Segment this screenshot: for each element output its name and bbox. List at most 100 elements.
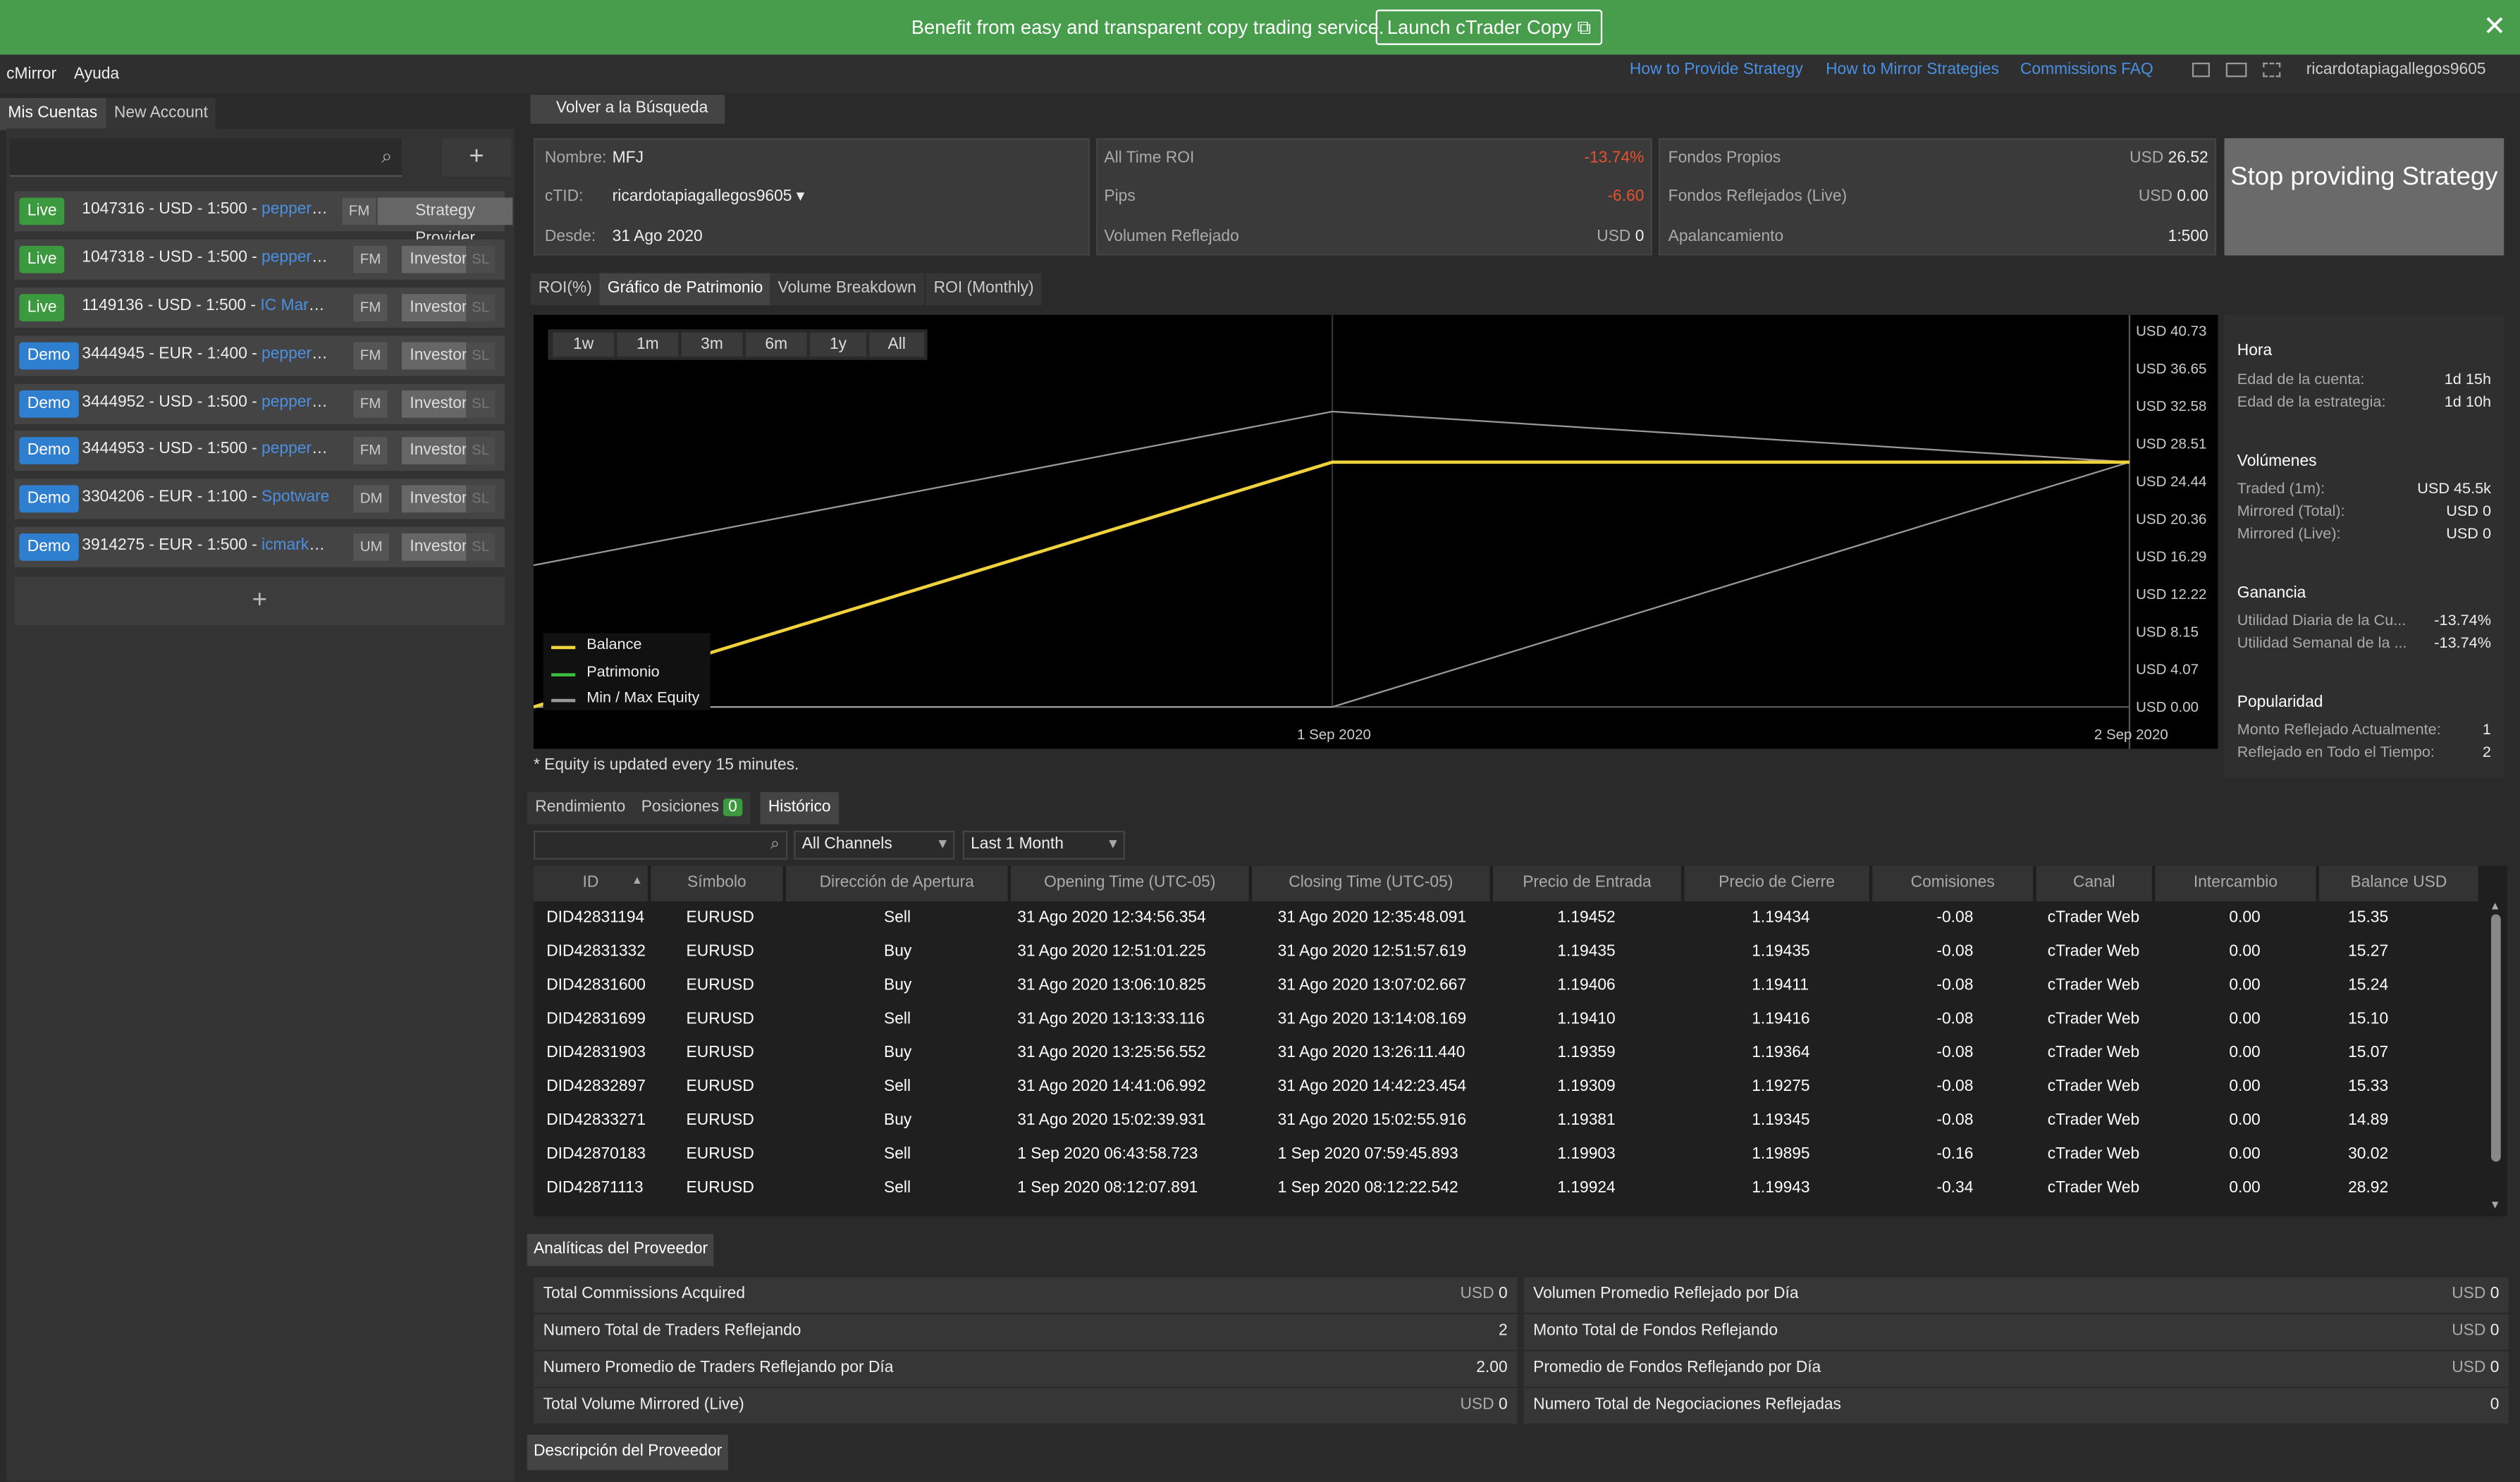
scrollbar-thumb[interactable] (2491, 914, 2501, 1162)
account-search-input[interactable]: ⌕ (9, 138, 402, 177)
analytics-number: 0 (1498, 1396, 1508, 1414)
menu-ayuda[interactable]: Ayuda (74, 66, 119, 83)
account-row[interactable]: Demo 3914275 - EUR - 1:500 - icmarketssc… (14, 526, 505, 567)
table-scrollbar[interactable]: ▲ ▼ (2488, 901, 2504, 1216)
account-role-button[interactable]: Investor (402, 437, 473, 464)
tab-roi[interactable]: ROI(%) (530, 273, 601, 306)
history-search-input[interactable]: ⌕ (533, 830, 788, 860)
account-row[interactable]: Demo 3304206 - EUR - 1:100 - Spotware DM… (14, 478, 505, 519)
analytics-value: USD 0 (2452, 1278, 2499, 1313)
menu-cmirror[interactable]: cMirror (6, 66, 56, 83)
cell-9: 0.00 (2229, 1077, 2261, 1096)
column-header[interactable]: Dirección de Apertura (785, 865, 1008, 902)
account-sl-button[interactable]: SL (466, 533, 496, 561)
launch-ctrader-copy-button[interactable]: Launch cTrader Copy ⧉ (1375, 9, 1603, 45)
channels-select[interactable]: All Channels ▾ (794, 830, 955, 860)
table-row[interactable]: DID42831332 EURUSD Buy 31 Ago 2020 12:51:01… (534, 937, 2481, 970)
cell-3: 1 Sep 2020 08:12:07.891 (1017, 1179, 1198, 1197)
cell-10: 15.10 (2348, 1011, 2389, 1029)
range-1w-button[interactable]: 1w (553, 332, 614, 357)
column-header[interactable]: Intercambio (2155, 865, 2316, 902)
tab-historico[interactable]: Histórico (760, 792, 839, 825)
column-header[interactable]: Closing Time (UTC-05) (1252, 865, 1490, 902)
column-header[interactable]: ID (533, 865, 648, 902)
fullscreen-icon[interactable] (2263, 62, 2281, 78)
account-sl-button[interactable]: SL (466, 390, 496, 418)
table-row[interactable]: DID42832897 EURUSD Sell 31 Ago 2020 14:41:0… (534, 1072, 2481, 1106)
account-role-button[interactable]: Investor (402, 245, 473, 273)
cell-1: EURUSD (686, 1111, 754, 1130)
table-row[interactable]: DID42831699 EURUSD Sell 31 Ago 2020 13:13:3… (534, 1004, 2481, 1038)
period-select[interactable]: Last 1 Month ▾ (962, 830, 1125, 860)
add-account-button[interactable]: + (442, 138, 512, 177)
link-how-to-provide[interactable]: How to Provide Strategy (1630, 61, 1803, 79)
account-row[interactable]: Live 1149136 - USD - 1:500 - IC Markets … (14, 288, 505, 328)
account-row[interactable]: Live 1047316 - USD - 1:500 - pepperstone… (14, 191, 513, 247)
stats-panel: Hora Edad de la cuenta: 1d 15h Edad de l… (2224, 314, 2504, 778)
range-3m-button[interactable]: 3m (681, 332, 743, 357)
account-sl-button[interactable]: SL (466, 485, 496, 513)
tab-grafico-patrimonio[interactable]: Gráfico de Patrimonio (599, 273, 771, 306)
tab-descripcion[interactable]: Descripción del Proveedor (527, 1435, 729, 1471)
tab-roi-monthly[interactable]: ROI (Monthly) (926, 273, 1042, 306)
account-role-button[interactable]: Investor (402, 533, 473, 561)
account-role-button[interactable]: Investor (402, 342, 473, 370)
scroll-up-icon[interactable]: ▲ (2490, 901, 2501, 913)
back-to-search-button[interactable]: Volver a la Búsqueda (530, 94, 725, 124)
range-1m-button[interactable]: 1m (617, 332, 679, 357)
account-role-button[interactable]: Investor (402, 390, 473, 418)
table-row[interactable]: DID42833271 EURUSD Buy 31 Ago 2020 15:02:39… (534, 1106, 2481, 1140)
y-tick-label: USD 20.36 (2136, 511, 2206, 527)
monto-reflejado-value: 1 (2482, 721, 2491, 739)
stop-providing-strategy-button[interactable]: Stop providing Strategy (2224, 138, 2504, 256)
link-commissions-faq[interactable]: Commissions FAQ (2020, 61, 2153, 79)
column-header[interactable]: Canal (2036, 865, 2152, 902)
account-sl-button[interactable]: SL (466, 245, 496, 273)
tab-new-account[interactable]: New Account (106, 98, 216, 130)
account-type-badge: Demo (19, 533, 79, 561)
table-row[interactable]: DID42831600 EURUSD Buy 31 Ago 2020 13:06:10… (534, 970, 2481, 1004)
tab-posiciones[interactable]: Posiciones 0 (633, 792, 751, 825)
column-header[interactable]: Opening Time (UTC-05) (1011, 865, 1249, 902)
table-row[interactable]: DID42831194 EURUSD Sell 31 Ago 2020 12:34:5… (534, 903, 2481, 937)
tab-mis-cuentas[interactable]: Mis Cuentas (0, 98, 106, 130)
add-account-row-button[interactable]: + (14, 576, 505, 625)
tab-rendimiento[interactable]: Rendimiento (527, 792, 634, 825)
account-row[interactable]: Live 1047318 - USD - 1:500 - pepperstone… (14, 239, 505, 280)
account-row[interactable]: Demo 3444953 - USD - 1:500 - pepperstone… (14, 431, 505, 471)
account-type-badge: Demo (19, 485, 79, 513)
column-header[interactable]: Precio de Entrada (1493, 865, 1681, 902)
range-6m-button[interactable]: 6m (745, 332, 807, 357)
column-header[interactable]: Precio de Cierre (1684, 865, 1869, 902)
analytics-unit: USD (2452, 1359, 2486, 1377)
range-All-button[interactable]: All (869, 332, 924, 357)
tab-analiticas[interactable]: Analíticas del Proveedor (527, 1234, 715, 1266)
account-sl-button[interactable]: SL (466, 342, 496, 370)
account-role-button[interactable]: Investor (402, 294, 473, 321)
layout-icon[interactable] (2225, 62, 2247, 78)
account-role-button[interactable]: Investor (402, 485, 473, 513)
account-row[interactable]: Demo 3444952 - USD - 1:500 - pepperstone… (14, 383, 505, 424)
column-header[interactable]: Comisiones (1872, 865, 2034, 902)
scroll-down-icon[interactable]: ▼ (2490, 1200, 2501, 1211)
chart-background (533, 314, 2218, 749)
cell-5: 1.19309 (1557, 1077, 1616, 1096)
equity-note: * Equity is updated every 15 minutes. (533, 756, 799, 774)
account-type-badge: Live (19, 294, 66, 321)
account-sl-button[interactable]: SL (466, 437, 496, 464)
ctid-value[interactable]: ricardotapiagallegos9605 ▾ (613, 188, 805, 206)
column-header[interactable]: Balance USD (2319, 865, 2478, 902)
table-row[interactable]: DID42831903 EURUSD Buy 31 Ago 2020 13:25:56… (534, 1038, 2481, 1072)
column-header[interactable]: Símbolo (651, 865, 783, 902)
range-1y-button[interactable]: 1y (810, 332, 866, 357)
table-row[interactable]: DID42871113 EURUSD Sell 1 Sep 2020 08:12:07… (534, 1173, 2481, 1206)
link-how-to-mirror[interactable]: How to Mirror Strategies (1826, 61, 1999, 79)
table-row[interactable]: DID42870183 EURUSD Sell 1 Sep 2020 06:43:58… (534, 1140, 2481, 1173)
cell-2: Buy (884, 977, 912, 995)
close-icon[interactable]: ✕ (2483, 13, 2506, 40)
window-icon[interactable] (2192, 62, 2210, 78)
account-role-button[interactable]: Strategy Provider (377, 197, 513, 247)
account-sl-button[interactable]: SL (466, 294, 496, 321)
account-row[interactable]: Demo 3444945 - EUR - 1:400 - pepperstone… (14, 335, 505, 376)
tab-volume-breakdown[interactable]: Volume Breakdown (770, 273, 925, 306)
